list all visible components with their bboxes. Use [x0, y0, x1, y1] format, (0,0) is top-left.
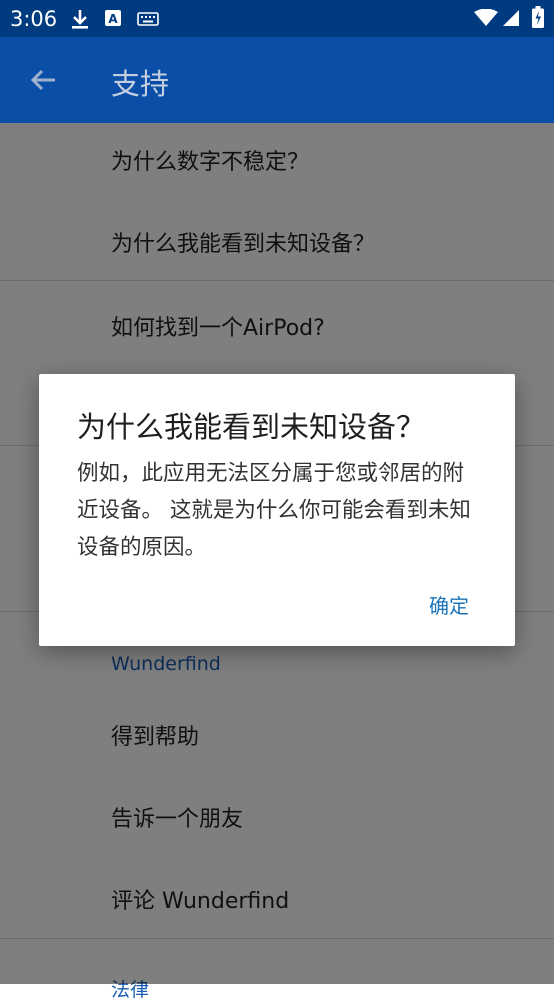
dialog-body: 例如，此应用无法区分属于您或邻居的附近设备。 这就是为什么你可能会看到未知设备的… — [77, 461, 471, 560]
signal-icon — [503, 10, 519, 26]
battery-icon — [532, 6, 544, 28]
info-dialog: 为什么我能看到未知设备？ 例如，此应用无法区分属于您或邻居的附近设备。 这就是为… — [39, 374, 515, 646]
wifi-icon — [474, 9, 498, 26]
page-title: 支持 — [111, 67, 170, 101]
confirm-button[interactable]: 确定 — [429, 590, 469, 619]
download-icon — [72, 10, 88, 29]
status-bar: 3:06 A — [0, 0, 554, 37]
dialog-title: 为什么我能看到未知设备？ — [77, 410, 426, 444]
svg-text:A: A — [108, 12, 118, 26]
status-time: 3:06 — [10, 7, 58, 31]
arrow-back-icon[interactable] — [28, 65, 58, 95]
a-badge-icon: A — [105, 10, 121, 26]
keyboard-icon — [137, 12, 159, 26]
app-bar: 支持 — [0, 37, 554, 123]
